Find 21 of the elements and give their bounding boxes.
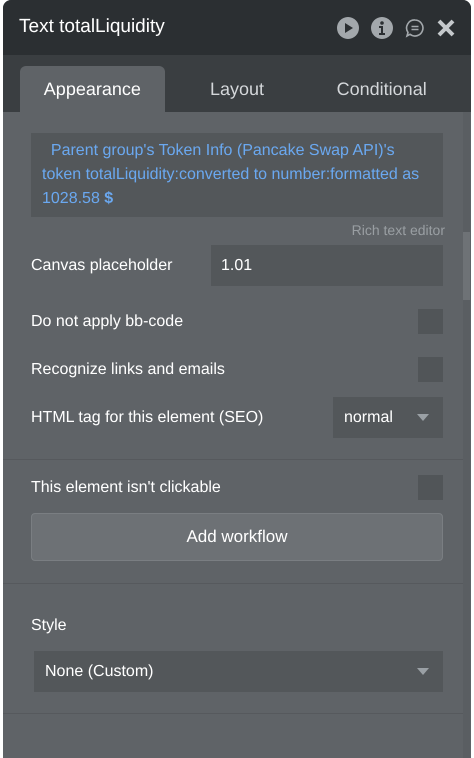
- input-field[interactable]: 1.01: [211, 245, 443, 286]
- comment-icon[interactable]: [405, 18, 425, 38]
- checkbox-label: Recognize links and emails: [31, 360, 225, 380]
- checkbox-label: This element isn't clickable: [31, 478, 221, 498]
- close-icon[interactable]: [437, 18, 455, 36]
- caret-icon: [417, 414, 429, 421]
- style-dropdown[interactable]: None (Custom): [34, 651, 443, 692]
- tab[interactable]: Conditional: [309, 66, 454, 112]
- checkbox-label: Do not apply bb-code: [31, 312, 184, 332]
- add-workflow-button[interactable]: Add workflow: [31, 513, 443, 561]
- scrollbar-thumb[interactable]: [463, 232, 470, 300]
- caret-icon: [417, 668, 429, 675]
- field-label: HTML tag for this element (SEO): [31, 408, 264, 428]
- tab[interactable]: Layout: [164, 66, 310, 112]
- play-icon[interactable]: [337, 16, 359, 38]
- info-icon[interactable]: [371, 16, 393, 38]
- dropdown[interactable]: normal: [333, 397, 443, 438]
- field-label: Canvas placeholder: [31, 256, 174, 276]
- tab[interactable]: Appearance: [20, 66, 165, 112]
- window-title: Text totalLiquidity: [19, 15, 166, 40]
- section-label: Style: [31, 616, 68, 636]
